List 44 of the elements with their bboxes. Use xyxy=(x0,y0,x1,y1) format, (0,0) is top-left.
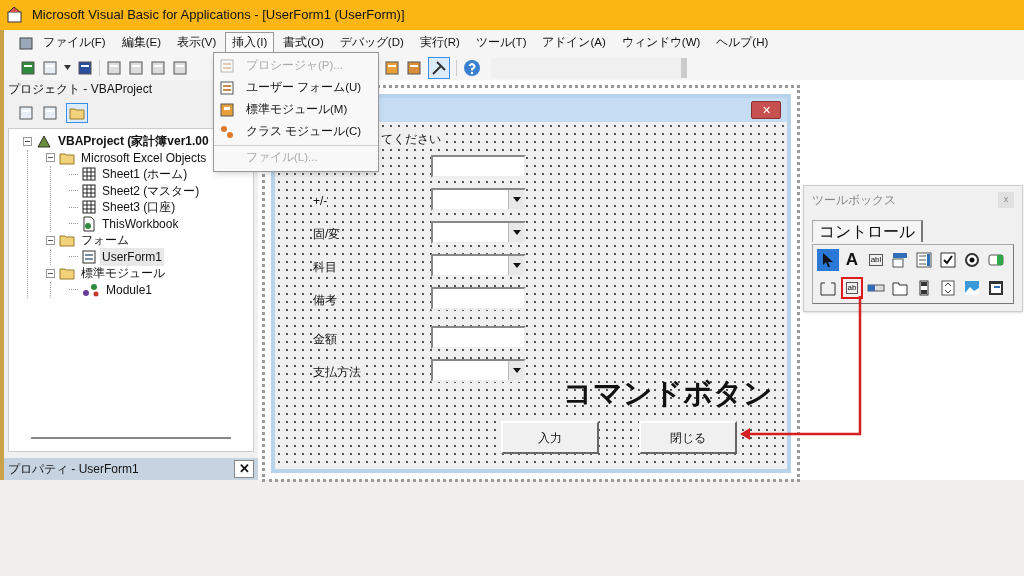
menu-item[interactable]: 編集(E) xyxy=(114,31,169,54)
menu-item[interactable]: ツール(T) xyxy=(468,31,534,54)
command-button[interactable]: 入力 xyxy=(501,421,599,454)
tree-item[interactable]: Module1 xyxy=(104,280,155,299)
menu-option[interactable]: 標準モジュール(M) xyxy=(214,99,378,121)
field-label: 支払方法 xyxy=(313,364,361,379)
panel-title: プロパティ - UserForm1 xyxy=(8,461,139,478)
tree-item[interactable]: ThisWorkbook xyxy=(100,214,181,233)
menu-option[interactable]: ユーザー フォーム(U) xyxy=(214,77,378,99)
tree-item[interactable]: VBAProject (家計簿ver1.00 xyxy=(56,132,211,151)
close-button[interactable]: ✕ xyxy=(751,101,781,119)
field-label: 金額 xyxy=(313,331,337,346)
tab[interactable]: コントロール xyxy=(812,220,923,242)
toolbox-title: ツールボックス xyxy=(812,192,896,209)
toolbox-control[interactable]: ab xyxy=(841,277,863,299)
tree-item[interactable]: Microsoft Excel Objects xyxy=(79,148,209,167)
form-caption: てください xyxy=(381,130,441,148)
toolbox-control[interactable]: abl xyxy=(865,249,887,271)
tree-item[interactable]: Sheet2 (マスター) xyxy=(100,181,202,200)
annotation-text: コマンドボタン xyxy=(563,376,773,411)
menu-item[interactable]: 挿入(I) xyxy=(225,31,275,54)
tree-item[interactable]: 標準モジュール xyxy=(79,264,167,283)
tree-item[interactable]: フォーム xyxy=(79,231,131,250)
command-button[interactable]: 閉じる xyxy=(639,421,737,454)
menu-item[interactable]: アドイン(A) xyxy=(535,31,613,54)
menu-item[interactable]: ウィンドウ(W) xyxy=(614,31,708,54)
tree-item[interactable]: Sheet3 (口座) xyxy=(100,198,178,217)
field-label: +/- xyxy=(313,193,328,208)
tree-item[interactable]: UserForm1 xyxy=(100,247,164,266)
field-label: 備考 xyxy=(313,292,337,307)
menu-item[interactable]: 実行(R) xyxy=(412,31,467,54)
panel-title: プロジェクト - VBAProject xyxy=(8,81,153,98)
toolbox-control[interactable]: A xyxy=(841,249,863,271)
menu-item[interactable]: 表示(V) xyxy=(170,31,224,54)
menu-item[interactable]: ファイル(F) xyxy=(36,31,113,54)
field-label: 科目 xyxy=(313,259,337,274)
menu-item[interactable]: 書式(O) xyxy=(276,31,331,54)
window-title: Microsoft Visual Basic for Applications - [UserForm1 (UserForm)] xyxy=(32,6,405,25)
menu-item[interactable]: ヘルプ(H) xyxy=(709,31,776,54)
menu-option[interactable]: クラス モジュール(C) xyxy=(214,121,378,143)
menu-item[interactable]: デバッグ(D) xyxy=(332,31,411,54)
field-label: 固/変 xyxy=(313,226,341,241)
tree-item[interactable]: Sheet1 (ホーム) xyxy=(100,165,190,184)
close-button[interactable]: ✕ xyxy=(234,460,254,478)
